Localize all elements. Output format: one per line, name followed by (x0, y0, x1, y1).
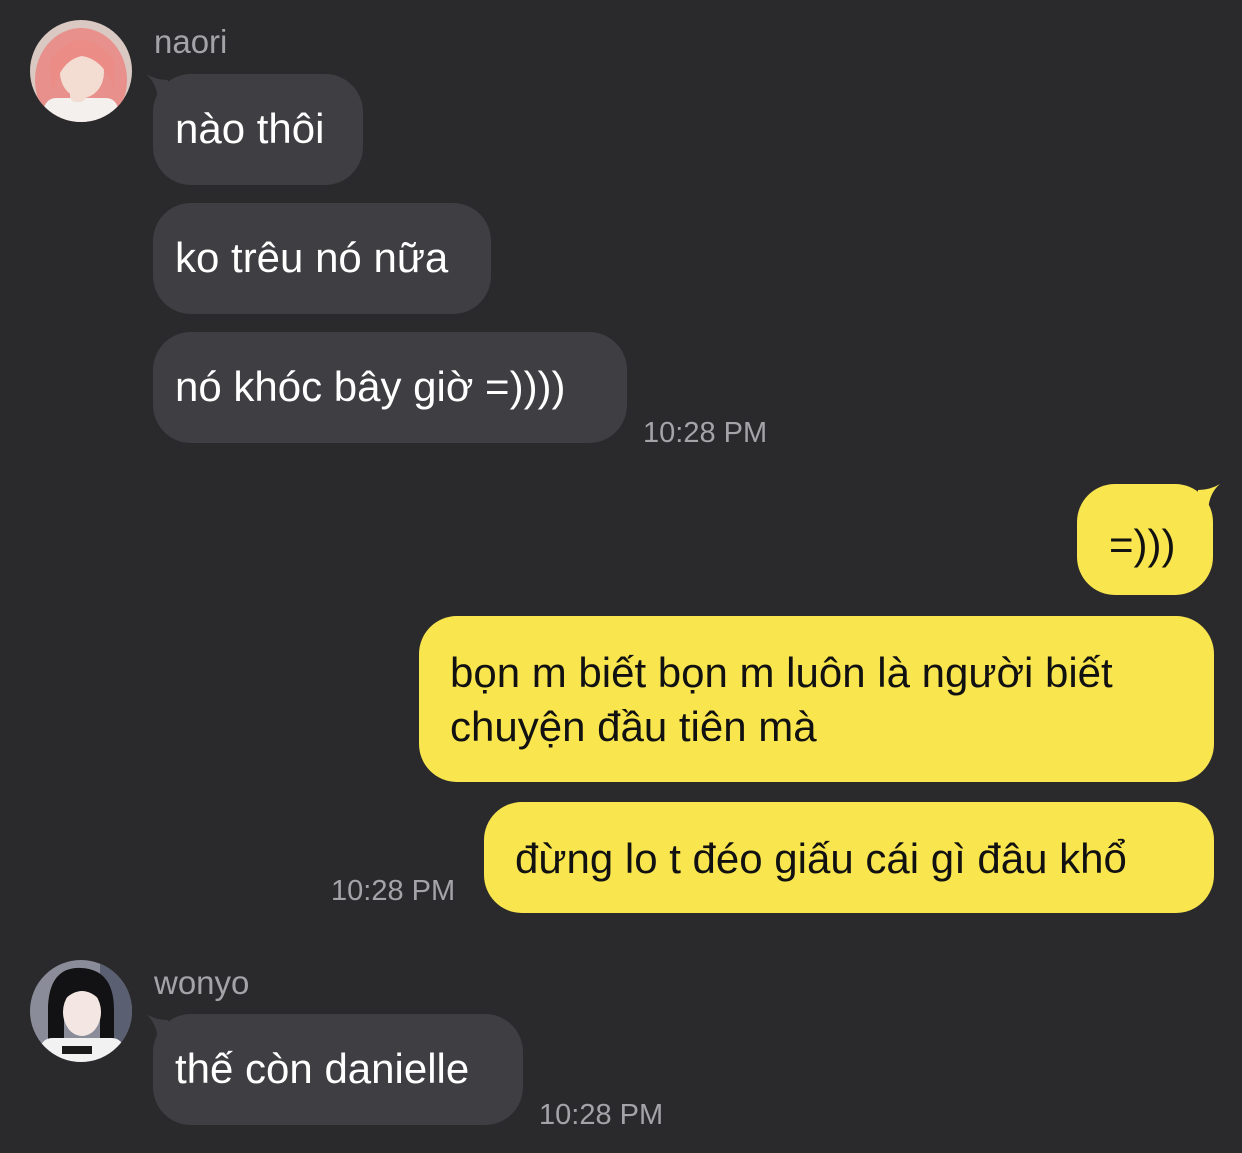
message-text: bọn m biết bọn m luôn là người biết (450, 649, 1113, 696)
message-text: ko trêu nó nữa (175, 234, 449, 281)
profile-photo-icon (30, 20, 132, 122)
message-bubble[interactable]: nào thôi (153, 74, 363, 185)
message-bubble[interactable]: bọn m biết bọn m luôn là người biết chuy… (419, 616, 1214, 782)
message-bubble[interactable]: thế còn danielle (153, 1014, 523, 1125)
message-text: =))) (1109, 521, 1176, 568)
message-text: chuyện đầu tiên mà (450, 703, 817, 750)
sender-avatar-naori[interactable] (30, 20, 132, 122)
message-bubble[interactable]: ko trêu nó nữa (153, 203, 491, 314)
message-timestamp: 10:28 PM (331, 875, 456, 907)
message-text: nó khóc bây giờ =)))) (175, 363, 566, 410)
message-bubble[interactable]: đừng lo t đéo giấu cái gì đâu khổ (484, 802, 1214, 913)
message-text: thế còn danielle (175, 1045, 470, 1092)
message-timestamp: 10:28 PM (643, 417, 768, 449)
message-bubble[interactable]: nó khóc bây giờ =)))) (153, 332, 627, 443)
message-timestamp: 10:28 PM (539, 1099, 664, 1131)
message-text: đừng lo t đéo giấu cái gì đâu khổ (515, 835, 1127, 882)
sender-name: wonyo (154, 964, 250, 1001)
sender-name: naori (154, 23, 228, 60)
sender-avatar-wonyo[interactable] (30, 960, 132, 1062)
message-bubble[interactable]: =))) (1077, 484, 1213, 595)
profile-photo-icon (30, 960, 132, 1062)
message-text: nào thôi (175, 105, 325, 152)
